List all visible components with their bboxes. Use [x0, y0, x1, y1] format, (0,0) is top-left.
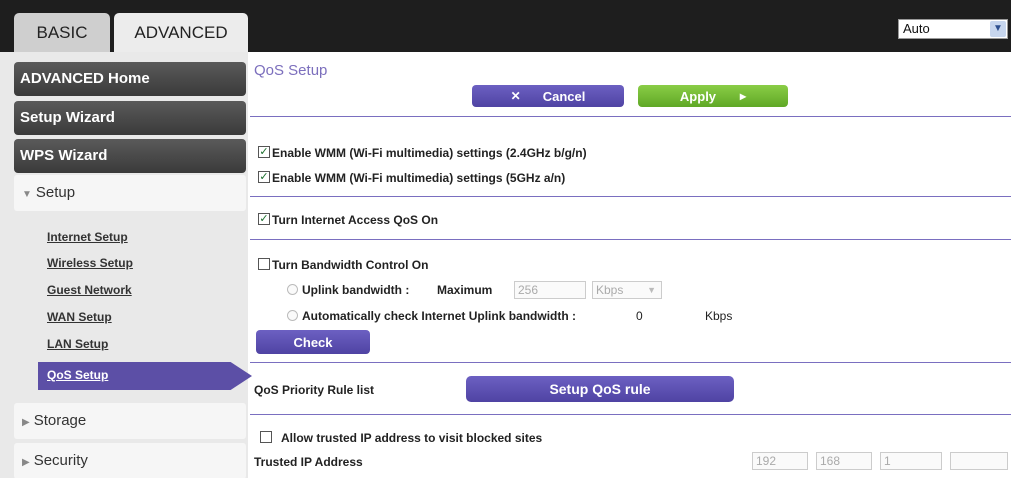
apply-label: Apply	[679, 88, 717, 104]
tab-basic[interactable]: BASIC	[14, 13, 110, 52]
setup-qos-rule-label: Setup QoS rule	[549, 381, 651, 397]
sidebar-link-wan-setup[interactable]: WAN Setup	[47, 310, 112, 324]
sidebar-item-label: Storage	[33, 412, 87, 429]
divider	[250, 362, 1011, 363]
allow-trusted-label: Allow trusted IP address to visit blocke…	[281, 431, 543, 445]
play-arrow-icon: ▸	[740, 89, 747, 103]
uplink-unit-select[interactable]: Kbps ▼	[592, 281, 662, 299]
auto-check-value: 0	[636, 309, 643, 323]
language-select-value: Auto	[903, 21, 930, 36]
check-label: Check	[293, 334, 333, 350]
sidebar-item-security[interactable]: ▶ Security	[14, 443, 246, 478]
bandwidth-control-checkbox[interactable]	[258, 258, 270, 270]
check-button[interactable]: Check	[256, 330, 370, 354]
trusted-ip-octet-3[interactable]: 1	[880, 452, 942, 470]
wmm-5-checkbox[interactable]: ✓	[258, 171, 270, 183]
wmm-24-checkbox[interactable]: ✓	[258, 146, 270, 158]
wmm-24-label: Enable WMM (Wi-Fi multimedia) settings (…	[272, 146, 587, 160]
tab-advanced[interactable]: ADVANCED	[114, 13, 248, 52]
internet-qos-label: Turn Internet Access QoS On	[272, 213, 439, 227]
language-select[interactable]: Auto ▼	[898, 19, 1008, 39]
bandwidth-control-label: Turn Bandwidth Control On	[272, 258, 429, 272]
divider	[250, 239, 1011, 240]
wmm-5-label: Enable WMM (Wi-Fi multimedia) settings (…	[272, 171, 566, 185]
top-bar: BASIC ADVANCED Auto ▼	[0, 0, 1011, 52]
page-title: QoS Setup	[254, 62, 328, 79]
allow-trusted-checkbox[interactable]	[260, 431, 272, 443]
sidebar-link-qos-setup[interactable]: QoS Setup	[38, 362, 252, 390]
maximum-label: Maximum	[437, 283, 493, 297]
divider	[250, 414, 1011, 415]
auto-check-unit: Kbps	[705, 309, 733, 323]
expanded-arrow-icon: ▼	[22, 189, 32, 200]
sidebar-item-advanced-home[interactable]: ADVANCED Home	[14, 62, 246, 96]
sidebar-link-guest-network[interactable]: Guest Network	[47, 283, 132, 297]
sidebar-item-setup[interactable]: ▼ Setup	[14, 175, 246, 211]
sidebar-item-setup-wizard[interactable]: Setup Wizard	[14, 101, 246, 135]
auto-check-radio[interactable]	[287, 310, 298, 321]
trusted-ip-octet-2[interactable]: 168	[816, 452, 872, 470]
sidebar-link-lan-setup[interactable]: LAN Setup	[47, 337, 108, 351]
sidebar-item-wps-wizard[interactable]: WPS Wizard	[14, 139, 246, 173]
collapsed-arrow-icon: ▶	[22, 457, 30, 468]
uplink-bandwidth-label: Uplink bandwidth :	[302, 283, 410, 297]
uplink-unit-value: Kbps	[596, 283, 624, 297]
close-icon: ✕	[510, 89, 521, 103]
priority-rule-list-label: QoS Priority Rule list	[254, 383, 375, 397]
sidebar-link-wireless-setup[interactable]: Wireless Setup	[47, 256, 133, 270]
sidebar: ADVANCED Home Setup Wizard WPS Wizard ▼ S…	[0, 52, 252, 478]
trusted-ip-octet-4[interactable]	[950, 452, 1008, 470]
sidebar-item-storage[interactable]: ▶ Storage	[14, 403, 246, 439]
sidebar-item-label: Setup	[35, 184, 76, 201]
chevron-down-icon[interactable]: ▼	[990, 21, 1006, 37]
sidebar-item-label: Security	[33, 452, 88, 469]
internet-qos-checkbox[interactable]: ✓	[258, 213, 270, 225]
apply-button[interactable]: Apply ▸	[638, 85, 788, 107]
chevron-down-icon: ▼	[647, 285, 656, 295]
setup-qos-rule-button[interactable]: Setup QoS rule	[466, 376, 734, 402]
uplink-bandwidth-input[interactable]: 256	[514, 281, 586, 299]
sidebar-item-label: QoS Setup	[47, 368, 109, 382]
collapsed-arrow-icon: ▶	[22, 417, 30, 428]
auto-check-label: Automatically check Internet Uplink band…	[302, 309, 577, 323]
divider	[250, 196, 1011, 197]
cancel-label: Cancel	[542, 88, 586, 104]
divider	[250, 116, 1011, 117]
trusted-ip-octet-1[interactable]: 192	[752, 452, 808, 470]
sidebar-link-internet-setup[interactable]: Internet Setup	[47, 230, 128, 244]
trusted-ip-label: Trusted IP Address	[254, 455, 363, 469]
uplink-bandwidth-radio[interactable]	[287, 284, 298, 295]
cancel-button[interactable]: ✕ Cancel	[472, 85, 624, 107]
